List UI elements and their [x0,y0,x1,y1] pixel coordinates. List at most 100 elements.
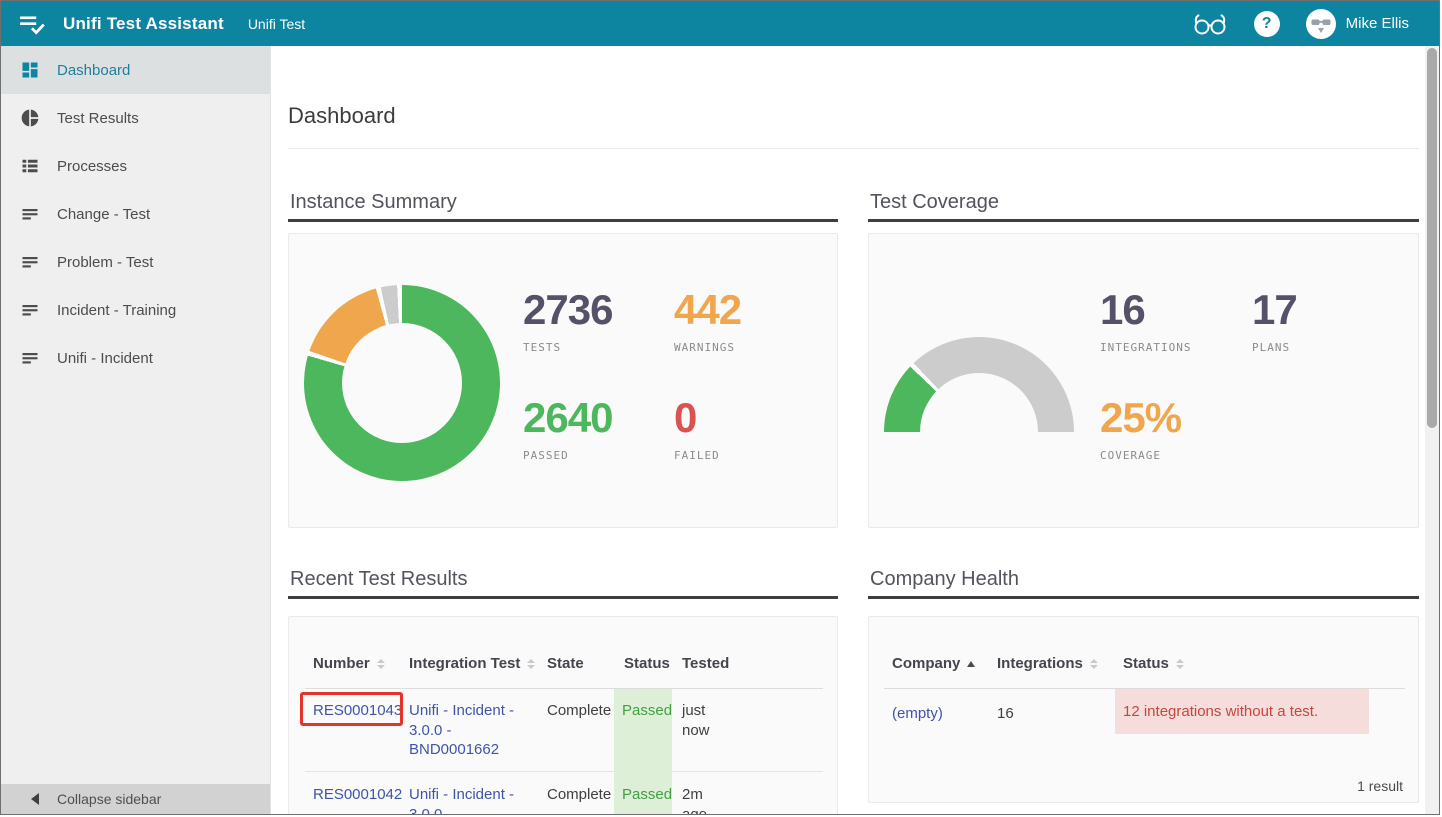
stat-value: 25% [1100,397,1181,439]
title-divider [288,148,1419,149]
lines-icon [20,348,40,368]
dashboard-icon [20,60,40,80]
instance-summary-card: 2736 TESTS 442 WARNINGS 2640 PASSED 0 FA… [288,233,838,528]
row-separator [672,771,823,772]
instance-summary-title: Instance Summary [290,191,457,214]
test-coverage-title: Test Coverage [870,191,999,214]
integrations-cell: 16 [997,704,1014,724]
state-cell: Complete [547,785,611,805]
sidebar-item-label: Processes [57,158,127,175]
list-icon [20,156,40,176]
app-title: Unifi Test Assistant [63,14,224,34]
collapse-label: Collapse sidebar [57,791,161,807]
status-alert-text: 12 integrations without a test. [1123,703,1318,720]
stat-failed: 0 FAILED [674,397,720,462]
instance-name: Unifi Test [248,16,305,32]
sidebar-item-dashboard[interactable]: Dashboard [1,46,270,94]
menu-check-icon[interactable] [19,12,47,36]
stat-value: 17 [1252,289,1297,331]
help-icon[interactable]: ? [1254,11,1280,37]
stat-label: COVERAGE [1100,449,1181,462]
stat-label: FAILED [674,449,720,462]
lines-icon [20,204,40,224]
sort-asc-icon [967,661,975,667]
stat-passed: 2640 PASSED [523,397,612,462]
sidebar-item-change-test[interactable]: Change - Test [1,190,270,238]
sidebar-item-label: Dashboard [57,62,130,79]
coverage-gauge [884,337,1074,432]
sidebar-item-label: Incident - Training [57,302,176,319]
annotation-highlight-box [300,692,403,726]
integration-test-link[interactable]: Unifi - Incident - 3.0.0 - BND0001662 [409,701,533,760]
section-underline [288,596,838,599]
user-name[interactable]: Mike Ellis [1346,15,1409,32]
sidebar-item-test-results[interactable]: Test Results [1,94,270,142]
column-header-status: Status [624,655,670,672]
stat-plans: 17 PLANS [1252,289,1297,354]
scrollbar-thumb[interactable] [1427,48,1437,428]
stat-label: PLANS [1252,341,1297,354]
stat-value: 442 [674,289,741,331]
recent-test-results-title: Recent Test Results [290,568,468,591]
scrollbar-track[interactable] [1425,46,1439,814]
sidebar-item-label: Change - Test [57,206,150,223]
stat-integrations: 16 INTEGRATIONS [1100,289,1191,354]
section-underline [868,219,1419,222]
sort-carets-icon [527,659,535,669]
sidebar-item-label: Test Results [57,110,139,127]
status-alert-cell: 12 integrations without a test. [1115,689,1369,734]
stat-label: INTEGRATIONS [1100,341,1191,354]
column-header-integrations[interactable]: Integrations [997,655,1098,672]
result-number-link[interactable]: RES0001042 [313,785,402,805]
column-header-state: State [547,655,584,672]
lines-icon [20,300,40,320]
stat-warnings: 442 WARNINGS [674,289,741,354]
topbar-actions: ? Mike Ellis [1192,9,1409,39]
sidebar-item-processes[interactable]: Processes [1,142,270,190]
section-underline [868,596,1419,599]
test-coverage-card: 16 INTEGRATIONS 17 PLANS 25% COVERAGE [868,233,1419,528]
pie-chart-icon [20,108,40,128]
stat-coverage: 25% COVERAGE [1100,397,1181,462]
column-header-integration-test[interactable]: Integration Test [409,655,535,672]
result-count: 1 result [1357,778,1403,794]
stat-label: WARNINGS [674,341,741,354]
column-header-number[interactable]: Number [313,655,385,672]
column-header-status[interactable]: Status [1123,655,1184,672]
avatar[interactable] [1306,9,1336,39]
lines-icon [20,252,40,272]
stat-value: 0 [674,397,720,439]
collapse-arrow-icon [31,793,39,805]
status-cell: Passed [622,785,672,805]
sidebar-item-incident-training[interactable]: Incident - Training [1,286,270,334]
sort-carets-icon [377,659,385,669]
stat-value: 2736 [523,289,612,331]
app-window: Unifi Test Assistant Unifi Test ? [0,0,1440,815]
collapse-sidebar-button[interactable]: Collapse sidebar [1,784,270,814]
top-bar: Unifi Test Assistant Unifi Test ? [1,1,1439,46]
sidebar-item-label: Unifi - Incident [57,350,153,367]
stat-label: TESTS [523,341,612,354]
sidebar-item-label: Problem - Test [57,254,153,271]
company-health-card: Company Integrations Status (empty) 16 1… [868,616,1419,803]
section-underline [288,219,838,222]
sort-carets-icon [1090,659,1098,669]
column-header-company[interactable]: Company [892,655,975,672]
company-link[interactable]: (empty) [892,704,943,724]
status-cell: Passed [622,701,672,721]
sidebar: Dashboard Test Results Processes Change … [1,46,271,814]
glasses-icon[interactable] [1192,11,1228,37]
column-header-tested: Tested [682,655,729,672]
integration-test-link[interactable]: Unifi - Incident - 3.0.0 - [409,785,533,815]
stat-value: 16 [1100,289,1191,331]
page-title: Dashboard [288,103,396,129]
sidebar-item-unifi-incident[interactable]: Unifi - Incident [1,334,270,382]
header-separator [305,688,823,689]
state-cell: Complete [547,701,611,721]
sort-carets-icon [1176,659,1184,669]
row-separator [305,771,614,772]
sidebar-item-problem-test[interactable]: Problem - Test [1,238,270,286]
donut-hole [342,323,462,443]
stat-tests: 2736 TESTS [523,289,612,354]
company-health-title: Company Health [870,568,1019,591]
